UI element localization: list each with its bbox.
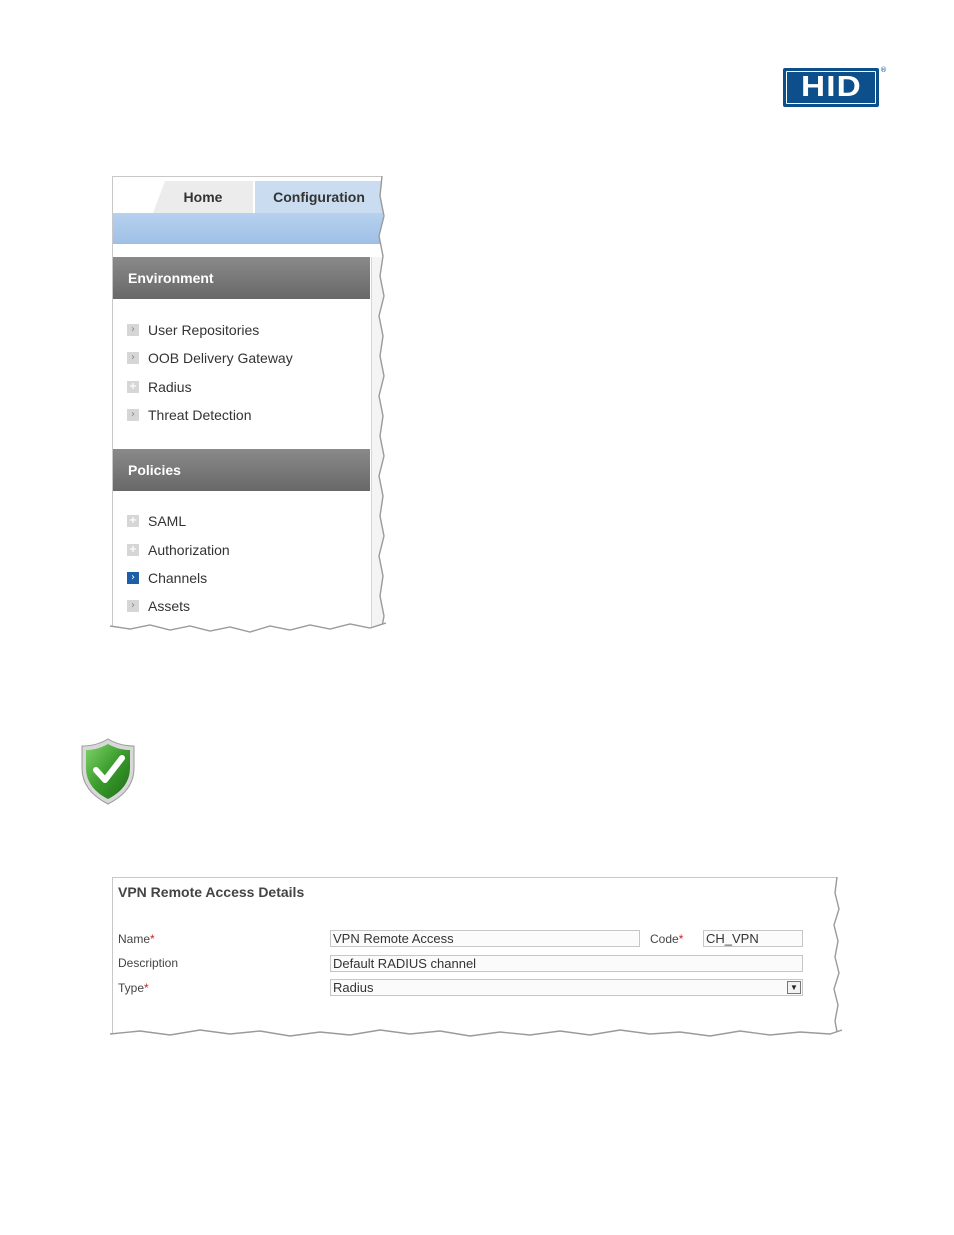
sidebar-scrollbar[interactable] <box>371 257 383 633</box>
section-header-environment[interactable]: Environment <box>113 257 370 299</box>
sidebar-item-label: Threat Detection <box>148 407 252 423</box>
sidebar-item-channels[interactable]: › Channels <box>127 568 207 588</box>
type-select[interactable]: Radius ▼ <box>330 979 803 996</box>
type-label: Type* <box>118 981 149 995</box>
sidebar-item-label: Radius <box>148 379 192 395</box>
arrow-icon: › <box>127 572 139 584</box>
tab-configuration[interactable]: Configuration <box>255 181 383 213</box>
type-select-value: Radius <box>333 980 374 995</box>
sidebar-item-label: User Repositories <box>148 322 260 338</box>
sidebar-item-authorization[interactable]: + Authorization <box>127 540 230 560</box>
sidebar-item-label: Assets <box>148 598 191 614</box>
tab-home[interactable]: Home <box>153 181 253 213</box>
code-label: Code* <box>650 932 684 946</box>
sidebar-item-saml[interactable]: + SAML <box>127 511 186 531</box>
tab-content-band <box>113 213 383 244</box>
name-label: Name* <box>118 932 155 946</box>
code-field[interactable]: CH_VPN <box>703 930 803 947</box>
arrow-icon: › <box>127 600 139 612</box>
section-header-policies[interactable]: Policies <box>113 449 370 491</box>
sidebar-item-assets[interactable]: › Assets <box>127 596 190 616</box>
vpn-details-panel: VPN Remote Access Details Name* VPN Remo… <box>112 877 837 1042</box>
check-shield-icon <box>81 738 135 805</box>
arrow-icon: › <box>127 409 139 421</box>
sidebar-item-label: Authorization <box>148 542 230 558</box>
description-field[interactable]: Default RADIUS channel <box>330 955 803 972</box>
sidebar-item-user-repositories[interactable]: › User Repositories <box>127 320 259 340</box>
logo-text: HID <box>800 71 862 103</box>
sidebar-item-label: Channels <box>148 570 208 586</box>
tab-bar: Home Configuration <box>113 177 383 213</box>
arrow-icon: › <box>127 324 139 336</box>
sidebar-item-oob-delivery-gateway[interactable]: › OOB Delivery Gateway <box>127 348 293 368</box>
sidebar-item-label: SAML <box>148 513 187 529</box>
section-title: Environment <box>128 270 214 286</box>
registered-mark: ® <box>880 66 887 74</box>
plus-icon: + <box>127 381 139 393</box>
plus-icon: + <box>127 515 139 527</box>
description-label: Description <box>118 956 179 970</box>
details-title: VPN Remote Access Details <box>118 884 305 900</box>
sidebar-item-threat-detection[interactable]: › Threat Detection <box>127 405 252 425</box>
plus-icon: + <box>127 544 139 556</box>
chevron-down-icon[interactable]: ▼ <box>787 981 801 994</box>
sidebar: Environment › User Repositories › OOB De… <box>113 257 370 633</box>
navigation-panel: Home Configuration Environment › User Re… <box>112 176 383 633</box>
hid-logo: HID <box>783 68 879 107</box>
sidebar-item-radius[interactable]: + Radius <box>127 377 192 397</box>
name-field[interactable]: VPN Remote Access <box>330 930 640 947</box>
sidebar-item-label: OOB Delivery Gateway <box>148 350 293 366</box>
arrow-icon: › <box>127 352 139 364</box>
section-title: Policies <box>128 462 181 478</box>
